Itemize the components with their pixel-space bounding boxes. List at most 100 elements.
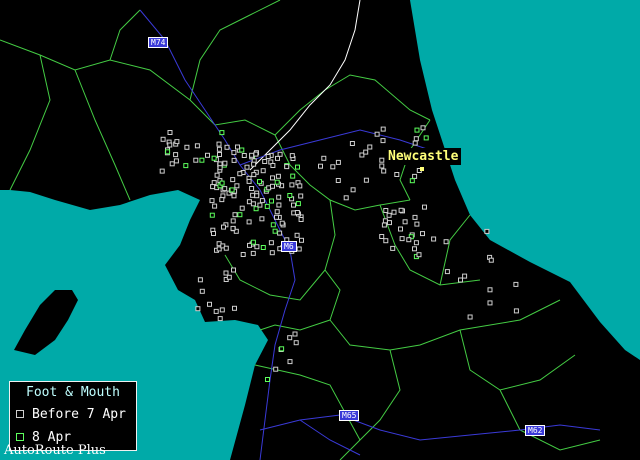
outbreak-marker [222,186,228,192]
outbreak-marker [211,155,217,161]
outbreak-marker [367,144,373,150]
outbreak-marker [230,218,236,224]
outbreak-marker [402,219,408,225]
outbreak-marker [276,202,282,208]
outbreak-marker [292,331,298,337]
outbreak-marker [422,204,427,210]
outbreak-marker [488,257,494,263]
outbreak-marker [350,187,356,193]
outbreak-marker [193,157,199,163]
outbreak-marker [217,316,223,322]
outbreak-marker [173,152,179,158]
outbreak-marker [216,141,222,147]
outbreak-marker [262,159,268,164]
outbreak-marker [275,155,280,161]
outbreak-marker [458,277,463,283]
outbreak-marker [250,192,256,198]
outbreak-marker [363,177,369,183]
outbreak-marker [211,180,217,186]
outbreak-marker [379,163,385,169]
outbreak-marker [290,173,296,179]
outbreak-marker [169,161,175,167]
outbreak-marker [199,157,205,163]
outbreak-marker [412,246,417,252]
outbreak-marker [274,179,280,185]
outbreak-marker [209,198,215,204]
outbreak-marker [249,152,255,158]
outbreak-marker [205,152,210,158]
outbreak-marker [254,244,260,250]
road-shield-m74: M74 [148,37,169,48]
outbreak-marker [230,177,236,183]
outbreak-marker [270,175,275,181]
outbreak-marker [343,195,349,201]
outbreak-marker [244,164,250,170]
outbreak-marker [159,168,165,174]
outbreak-marker [293,340,299,346]
outbreak-marker [294,210,300,215]
outbreak-marker [383,208,389,213]
outbreak-marker [414,221,420,227]
outbreak-marker [199,288,205,294]
outbreak-marker [260,245,266,250]
outbreak-marker [232,305,237,311]
outbreak-marker [211,231,216,236]
outbreak-marker [318,163,323,169]
outbreak-marker [379,234,385,239]
outbreak-marker [420,231,425,237]
outbreak-marker [321,155,327,161]
outbreak-marker [387,220,392,226]
outbreak-marker [195,306,201,312]
outbreak-marker [265,154,271,159]
outbreak-marker [270,163,276,168]
outbreak-marker [298,193,304,199]
outbreak-marker [217,165,223,171]
outbreak-marker [274,214,279,220]
road-shield-m6: M6 [281,241,297,252]
outbreak-marker [416,252,422,258]
outbreak-marker [257,202,263,208]
outbreak-marker [374,131,380,137]
outbreak-marker [223,270,229,276]
outbreak-marker [257,179,262,185]
outbreak-marker [249,186,255,191]
outbreak-marker [265,377,270,382]
outbreak-marker [237,171,243,177]
outbreak-marker [349,141,355,146]
outbreak-marker [382,218,388,224]
outbreak-marker [254,193,260,199]
city-label-newcastle[interactable]: Newcastle [385,148,462,165]
outbreak-marker [165,149,171,155]
legend: Foot & Mouth Before 7 Apr 8 Apr [9,381,137,451]
outbreak-marker [270,183,275,189]
outbreak-marker [273,366,279,372]
outbreak-marker [412,140,418,146]
outbreak-marker [513,281,519,287]
outbreak-marker [216,146,222,152]
outbreak-marker [231,193,237,199]
outbreak-marker [209,212,215,218]
outbreak-marker [253,151,259,157]
outbreak-marker [289,153,295,159]
outbreak-marker [291,202,296,208]
outbreak-marker [173,158,179,164]
outbreak-marker [219,130,225,136]
legend-entry-before: Before 7 Apr [16,407,126,422]
outbreak-marker [219,307,225,313]
outbreak-marker [279,346,285,352]
outbreak-marker [414,127,420,133]
outbreak-marker [487,300,493,306]
outbreak-marker [224,144,230,150]
outbreak-marker [272,228,278,234]
outbreak-marker [394,172,400,177]
outbreak-marker [412,214,418,220]
road-shield-m62: M62 [525,425,546,436]
outbreak-marker [222,160,228,166]
outbreak-marker [207,301,212,307]
outbreak-marker [270,222,276,228]
outbreak-marker [287,335,293,341]
outbreak-marker [231,267,236,273]
outbreak-marker [212,203,218,209]
outbreak-marker [487,287,493,293]
outbreak-marker [264,203,270,209]
